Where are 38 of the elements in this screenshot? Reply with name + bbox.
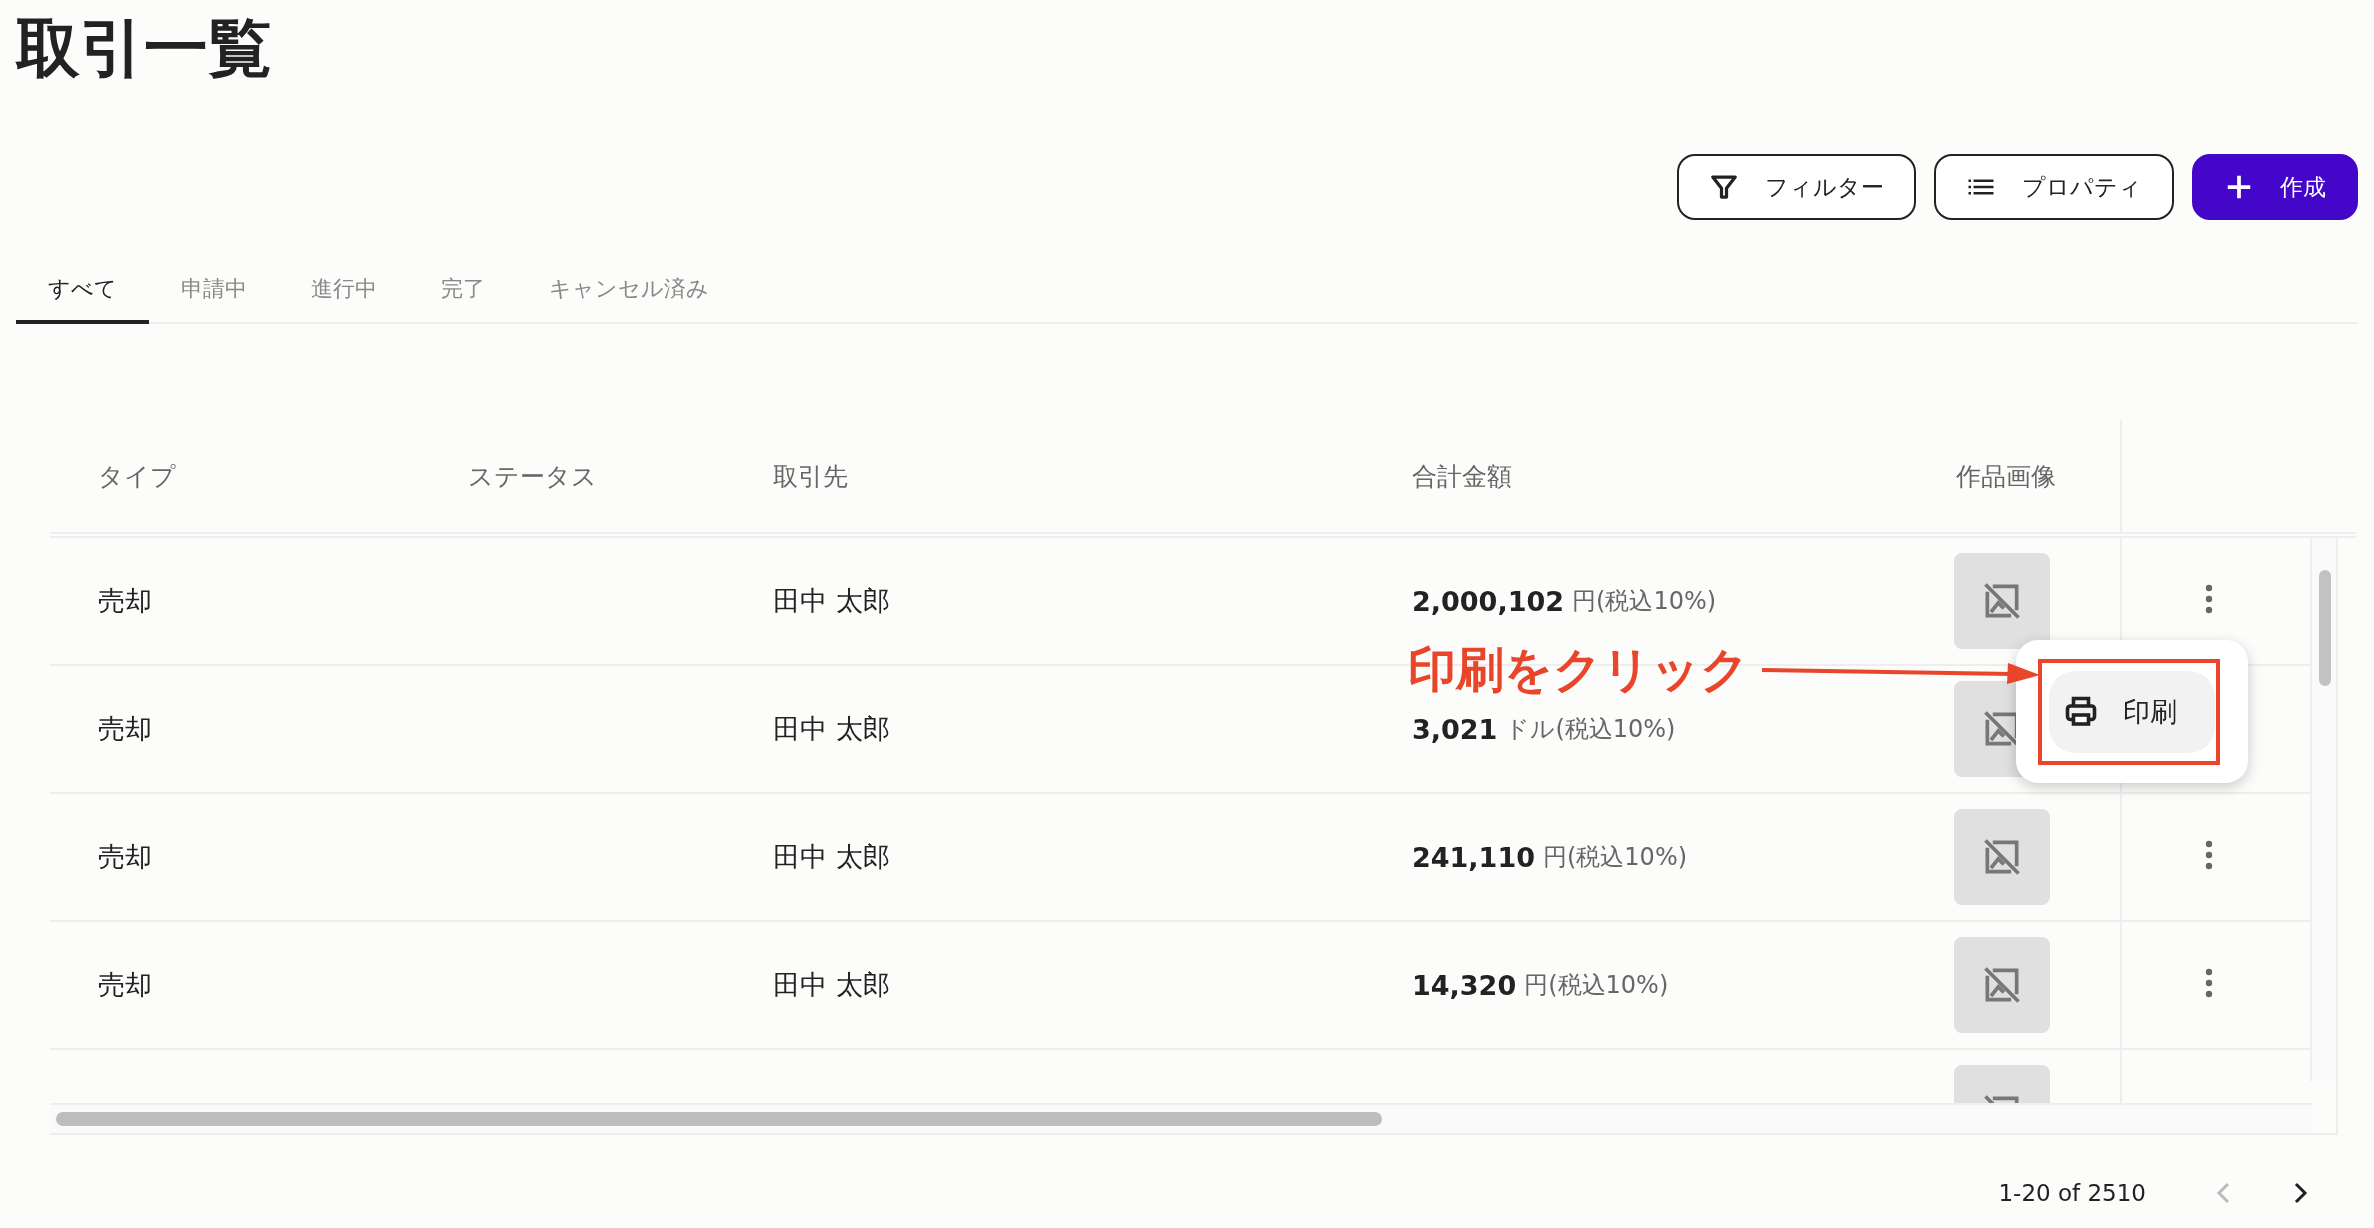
column-header: ステータス (467, 460, 598, 493)
table-cell-text: 売却 (97, 968, 153, 1002)
more-icon[interactable] (2204, 840, 2214, 870)
amount-text: 241,110 (1412, 841, 1535, 873)
column-header: タイプ (97, 460, 177, 493)
properties-button[interactable]: プロパティ (1934, 154, 2174, 220)
vertical-scrollbar[interactable] (2310, 538, 2336, 1081)
filter-button[interactable]: フィルター (1677, 154, 1916, 220)
filter-icon (1709, 172, 1739, 202)
scrollbar-thumb[interactable] (56, 1112, 1382, 1126)
currency-text: 円(税込10%) (1524, 970, 1669, 1001)
column-header: 作品画像 (1955, 460, 2057, 493)
column-header: 取引先 (772, 460, 849, 493)
amount-text: 3,021 (1412, 713, 1498, 745)
table-cell-text: 売却 (97, 712, 153, 746)
amount-text: 14,320 (1412, 969, 1517, 1001)
table-cell-text: 田中 太郎 (772, 712, 891, 746)
table-cell-text: 売却 (97, 840, 153, 874)
print-menu-item[interactable]: 印刷 (2049, 670, 2215, 753)
more-icon[interactable] (2204, 584, 2214, 614)
annotation-text: 印刷をクリック (1408, 640, 1749, 699)
column-header: 合計金額 (1411, 460, 1513, 493)
currency-text: 円(税込10%) (1572, 586, 1717, 617)
table-cell-text: 田中 太郎 (772, 840, 891, 874)
page-title: 取引一覧 (16, 10, 272, 87)
table-cell-text: 田中 太郎 (772, 584, 891, 618)
create-button[interactable]: 作成 (2192, 154, 2358, 220)
scrollbar-thumb[interactable] (2319, 570, 2331, 686)
more-icon[interactable] (2204, 968, 2214, 998)
tab[interactable]: キャンセル済み (517, 254, 741, 324)
currency-text: 円(税込10%) (1543, 842, 1688, 873)
amount-text: 2,000,102 (1412, 585, 1565, 617)
currency-text: ドル(税込10%) (1505, 714, 1676, 745)
table-cell-text: 売却 (97, 584, 153, 618)
table-cell-text: 田中 太郎 (772, 968, 891, 1002)
page-range: 1-20 of 2510 (1998, 1180, 2146, 1206)
tab[interactable]: 申請中 (149, 254, 279, 324)
tab[interactable]: すべて (16, 254, 149, 324)
